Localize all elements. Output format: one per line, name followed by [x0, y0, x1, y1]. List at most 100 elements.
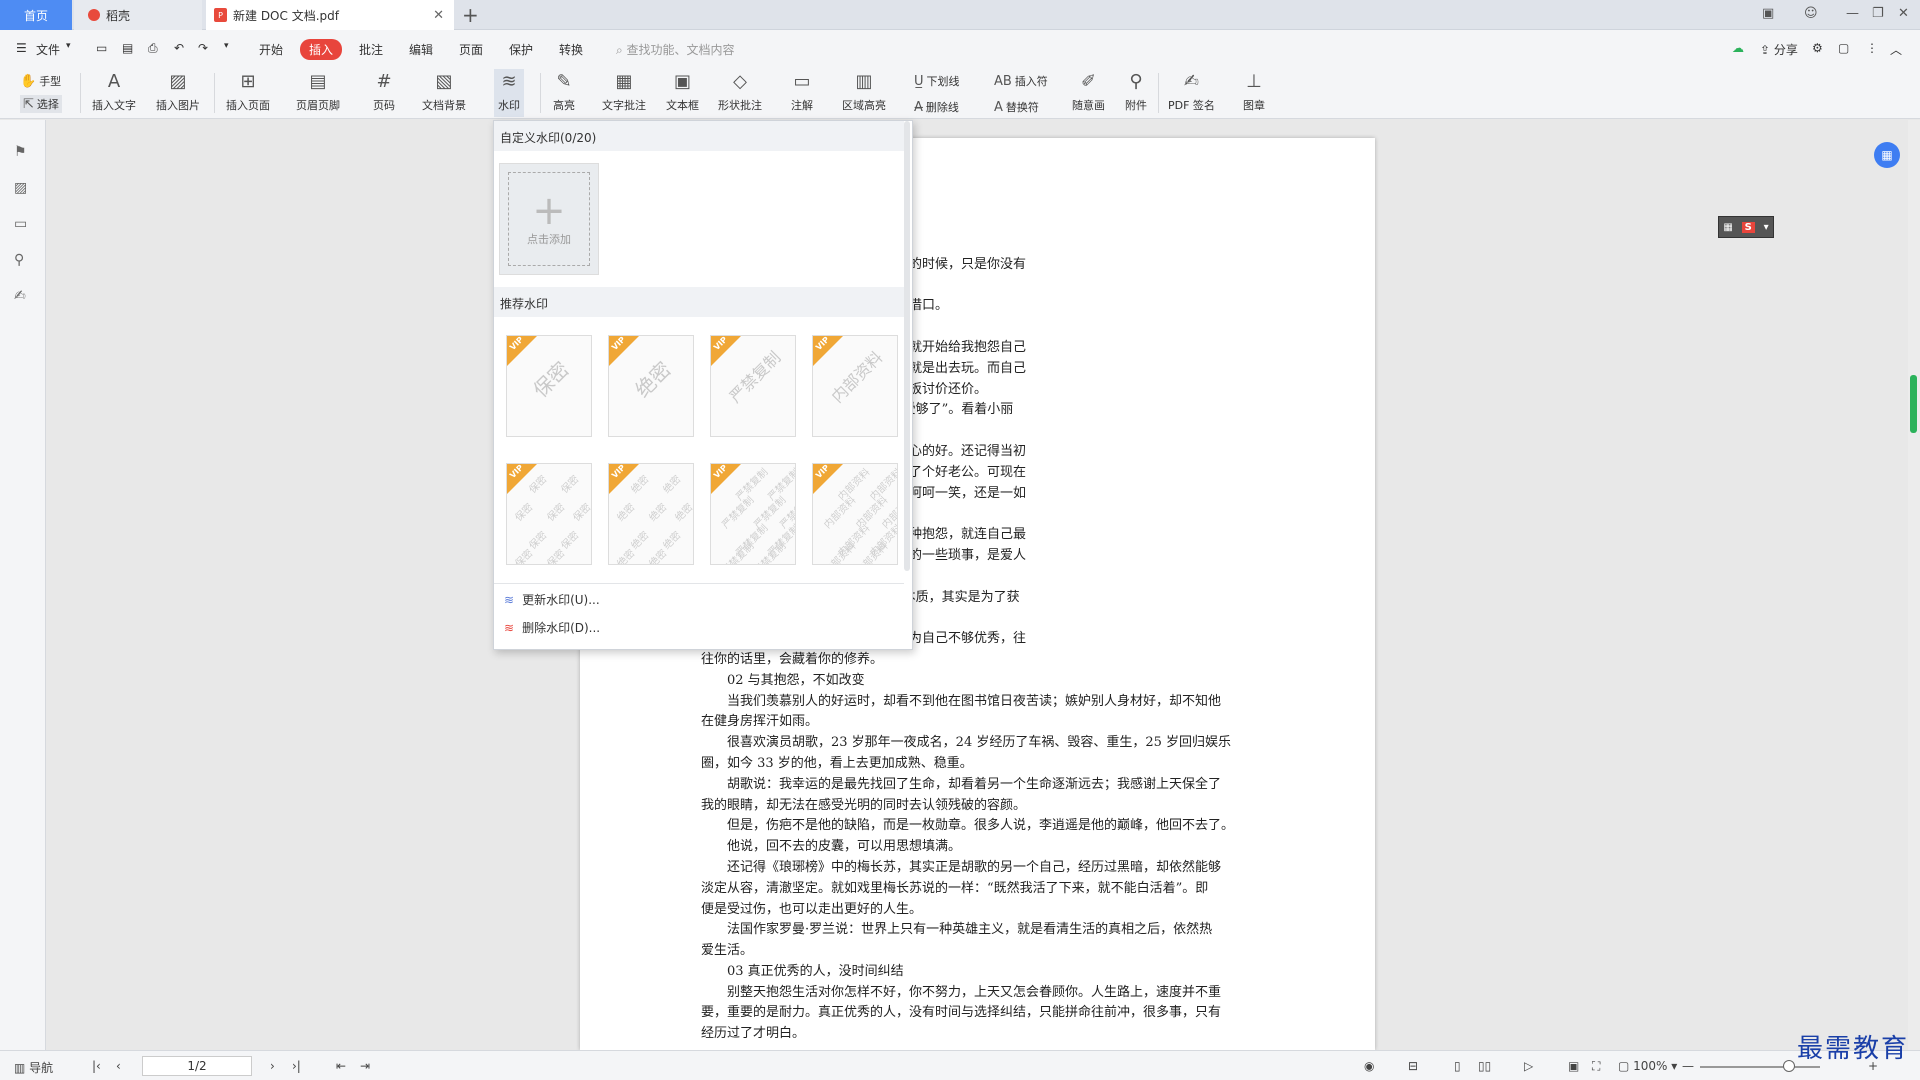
select-tool-button[interactable]: ⇱ 选择 — [20, 95, 62, 113]
menu-file[interactable]: 文件 — [36, 41, 60, 58]
strikethrough-label: 删除线 — [925, 101, 959, 114]
update-watermark-menu-item[interactable]: ≋ 更新水印(U)... — [504, 591, 600, 608]
cloud-sync-icon[interactable]: ☁ — [1732, 41, 1744, 55]
note-button[interactable]: ▭ 注解 — [790, 69, 814, 113]
navigation-button[interactable]: ▥ 导航 — [14, 1059, 53, 1076]
header-footer-button[interactable]: ▤ 页眉页脚 — [296, 69, 340, 113]
watermark-card-no-copy-tiled[interactable]: VIP 严禁复制 严禁复制 严禁复制 严禁复制 严禁复制 严禁复制 严禁复制 严禁复制 严禁复制 — [710, 463, 796, 565]
minimize-icon[interactable]: — — [1846, 6, 1859, 21]
back-icon[interactable]: ⇤ — [336, 1059, 346, 1073]
watermark-card-juemi-tiled[interactable]: VIP 绝密 绝密 绝密 绝密 绝密 绝密 绝密 绝密 绝密 — [608, 463, 694, 565]
strikethrough-button[interactable]: A̶ 删除线 — [914, 99, 959, 115]
watermark-card-internal[interactable]: VIP 内部资料 — [812, 335, 898, 437]
watermark-card-no-copy[interactable]: VIP 严禁复制 — [710, 335, 796, 437]
textbox-button[interactable]: ▣ 文本框 — [666, 69, 699, 113]
vertical-scrollbar[interactable] — [1908, 120, 1920, 1050]
zoom-slider-handle[interactable] — [1783, 1060, 1795, 1072]
menu-edit[interactable]: 编辑 — [409, 41, 433, 58]
settings-icon[interactable]: ⚙ — [1812, 41, 1823, 55]
double-page-icon[interactable]: ▯▯ — [1478, 1059, 1491, 1073]
area-highlight-button[interactable]: ▥ 区域高亮 — [842, 69, 886, 113]
document-line: 胡歌说：我幸运的是最先找回了生命，却看着另一个生命逐渐远去；我感谢上天保全了 — [727, 776, 1222, 792]
avatar[interactable]: ☺ — [1804, 6, 1818, 21]
attachment-label: 附件 — [1125, 99, 1147, 112]
dropdown-scrollbar[interactable] — [904, 121, 910, 571]
search-input[interactable]: ⌕ 查找功能、文档内容 — [616, 41, 735, 58]
doc-background-button[interactable]: ▧ 文档背景 — [422, 69, 466, 113]
insert-text-button[interactable]: A 插入文字 — [92, 69, 136, 113]
tab-document[interactable]: P 新建 DOC 文档.pdf ✕ — [206, 0, 454, 30]
share-button[interactable]: ⇪ 分享 — [1760, 41, 1798, 58]
stamp-button[interactable]: ⊥ 图章 — [1242, 69, 1266, 113]
comment-panel-icon[interactable]: ▭ — [14, 216, 27, 232]
add-watermark-button[interactable]: + 点击添加 — [499, 163, 599, 275]
forward-icon[interactable]: ⇥ — [360, 1059, 370, 1073]
menu-page[interactable]: 页面 — [459, 41, 483, 58]
first-page-icon[interactable]: |‹ — [92, 1059, 101, 1073]
hamburger-icon[interactable]: ☰ — [16, 41, 27, 55]
highlight-button[interactable]: ✎ 高亮 — [552, 69, 576, 113]
freehand-button[interactable]: ✐ 随意画 — [1072, 69, 1105, 113]
float-tool-button[interactable]: ▦ — [1874, 142, 1900, 168]
actual-size-icon[interactable]: ▣ — [1568, 1059, 1579, 1073]
save-icon[interactable]: ▤ — [122, 41, 133, 55]
tab-daoke[interactable]: 稻壳 — [74, 0, 202, 30]
bookmark-icon[interactable]: ⚑ — [14, 144, 27, 160]
attachment-panel-icon[interactable]: ⚲ — [14, 252, 24, 268]
undo-icon[interactable]: ↶ — [174, 41, 184, 55]
new-tab-icon[interactable]: + — [462, 3, 479, 27]
text-comment-button[interactable]: ▦ 文字批注 — [602, 69, 646, 113]
replace-char-button[interactable]: A 替换符 — [994, 99, 1039, 115]
zoom-slider[interactable] — [1700, 1066, 1820, 1068]
thumbnail-icon[interactable]: ▨ — [14, 180, 27, 196]
single-page-icon[interactable]: ▯ — [1454, 1059, 1461, 1073]
chevron-down-icon[interactable]: ▾ — [66, 41, 71, 51]
open-icon[interactable]: ▭ — [96, 41, 107, 55]
ime-toolbar[interactable]: ▦ S ▾ — [1718, 216, 1774, 238]
shape-comment-button[interactable]: ◇ 形状批注 — [718, 69, 762, 113]
zoom-select[interactable]: ▢ 100% ▾ — [1618, 1059, 1677, 1073]
attachment-button[interactable]: ⚲ 附件 — [1124, 69, 1148, 113]
restore-icon[interactable]: ❐ — [1872, 6, 1884, 21]
quick-access-chevron-icon[interactable]: ▾ — [224, 41, 229, 51]
close-icon[interactable]: ✕ — [433, 8, 444, 23]
page-number-input[interactable]: 1/2 — [142, 1056, 252, 1076]
menu-insert[interactable]: 插入 — [300, 39, 343, 60]
underline-button[interactable]: U̲ 下划线 — [914, 73, 960, 89]
watermark-card-baomi[interactable]: VIP 保密 — [506, 335, 592, 437]
insert-page-button[interactable]: ⊞ 插入页面 — [226, 69, 270, 113]
delete-watermark-menu-item[interactable]: ≋ 删除水印(D)... — [504, 619, 600, 636]
collapse-ribbon-icon[interactable]: ︿ — [1890, 41, 1902, 58]
insert-char-button[interactable]: AB 插入符 — [994, 73, 1048, 89]
eye-protect-icon[interactable]: ◉ — [1364, 1059, 1374, 1073]
insert-image-button[interactable]: ▨ 插入图片 — [156, 69, 200, 113]
more-icon[interactable]: ⋮ — [1866, 41, 1878, 55]
tab-home[interactable]: 首页 — [0, 0, 72, 30]
pdf-sign-button[interactable]: ✍ PDF 签名 — [1168, 69, 1215, 113]
scrollbar-thumb[interactable] — [1910, 375, 1917, 433]
watermark-card-baomi-tiled[interactable]: VIP 保密 保密 保密 保密 保密 保密 保密 保密 保密 — [506, 463, 592, 565]
divider — [540, 73, 541, 113]
hand-tool-button[interactable]: ✋ 手型 — [20, 73, 61, 89]
play-icon[interactable]: ▷ — [1524, 1059, 1533, 1073]
zoom-out-icon[interactable]: — — [1682, 1059, 1694, 1073]
menu-start[interactable]: 开始 — [259, 41, 283, 58]
watermark-card-juemi[interactable]: VIP 绝密 — [608, 335, 694, 437]
page-width-icon[interactable]: ⊟ — [1408, 1059, 1418, 1073]
watermark-button[interactable]: ≋ 水印 — [494, 69, 524, 117]
watermark-card-internal-tiled[interactable]: VIP 内部资料 内部资料 内部资料 内部资料 内部资料 内部资料 内部资料 内部资料 内部资料 — [812, 463, 898, 565]
next-page-icon[interactable]: › — [270, 1059, 275, 1073]
last-page-icon[interactable]: ›| — [292, 1059, 301, 1073]
page-count-icon[interactable]: ▣ — [1762, 6, 1774, 21]
menu-protect[interactable]: 保护 — [509, 41, 533, 58]
window-close-icon[interactable]: ✕ — [1898, 6, 1909, 21]
signature-panel-icon[interactable]: ✍ — [14, 288, 26, 304]
page-number-button[interactable]: # 页码 — [372, 69, 396, 113]
redo-icon[interactable]: ↷ — [198, 41, 208, 55]
comment-icon[interactable]: ▢ — [1838, 41, 1849, 55]
fit-page-icon[interactable]: ⛶ — [1592, 1059, 1600, 1074]
menu-convert[interactable]: 转换 — [559, 41, 583, 58]
menu-comment[interactable]: 批注 — [359, 41, 383, 58]
print-icon[interactable]: ⎙ — [148, 41, 158, 56]
prev-page-icon[interactable]: ‹ — [116, 1059, 121, 1073]
